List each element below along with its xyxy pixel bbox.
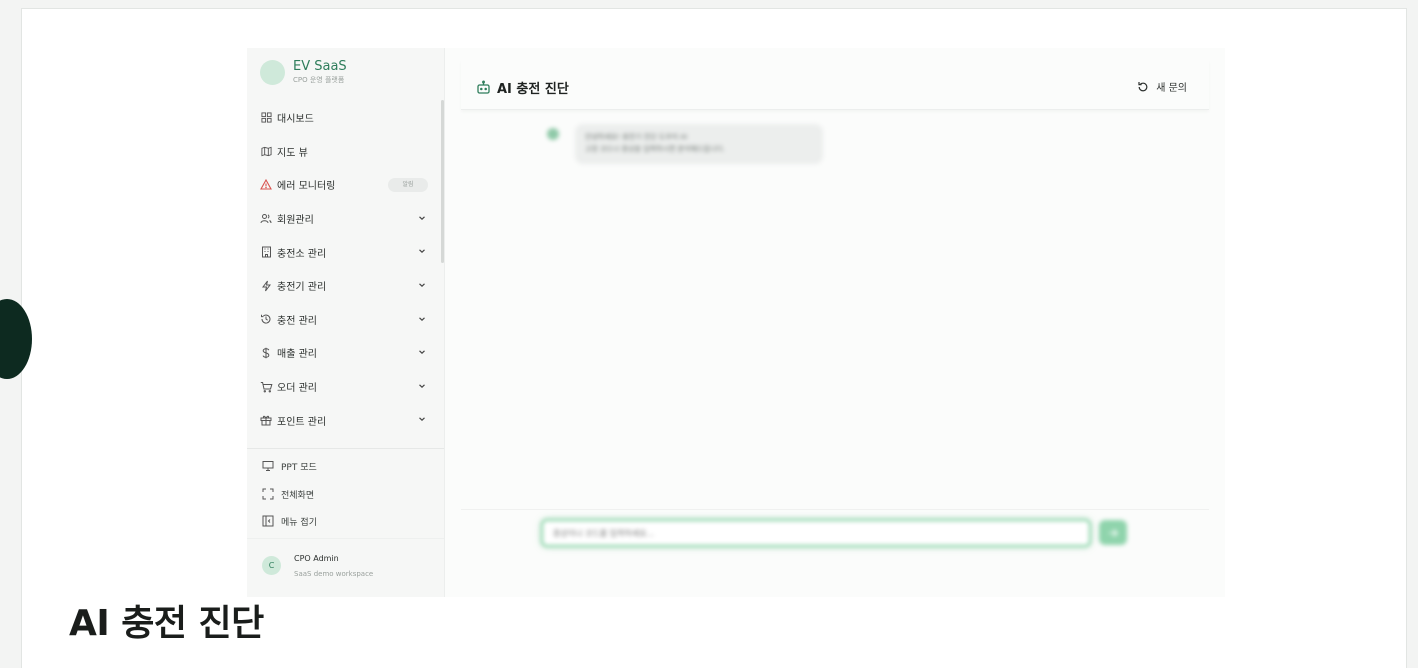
chevron-down-icon	[419, 350, 425, 355]
chat-header: AI 충전 진단 새 문의	[461, 60, 1209, 110]
fullscreen-button[interactable]: 전체화면	[261, 487, 314, 501]
alarm-badge: 알림	[388, 178, 428, 193]
assistant-avatar	[547, 128, 559, 140]
sidebar-item-orders[interactable]: 오더 관리	[247, 370, 445, 404]
building-icon	[259, 245, 273, 259]
sidebar-item-error-monitoring[interactable]: 에러 모니터링 알림	[247, 168, 445, 202]
sidebar-collapse-icon	[261, 514, 275, 528]
chat-panel: AI 충전 진단 새 문의 안녕하세요! 충전기 진단 도우미 AI 고장 코드…	[461, 60, 1209, 597]
avatar: C	[262, 556, 281, 575]
new-question-label: 새 문의	[1156, 83, 1187, 94]
tool-label: 메뉴 접기	[281, 517, 317, 528]
chevron-down-icon	[419, 384, 425, 388]
user-divider	[247, 538, 444, 539]
sidebar-scrollbar[interactable]	[441, 100, 444, 263]
sidebar-item-label: 포인트 관리	[277, 416, 327, 428]
map-icon	[259, 144, 273, 158]
gift-icon	[259, 413, 273, 427]
cart-icon	[259, 380, 273, 394]
sidebar-item-map[interactable]: 지도 뷰	[247, 135, 445, 169]
ppt-mode-button[interactable]: PPT 모드	[261, 459, 317, 473]
floating-dark-button[interactable]	[0, 299, 32, 379]
refresh-icon	[1137, 81, 1149, 93]
chat-input[interactable]	[543, 521, 1089, 546]
send-button[interactable]	[1099, 520, 1127, 545]
send-icon	[1109, 528, 1118, 537]
collapse-menu-button[interactable]: 메뉴 접기	[261, 514, 317, 528]
sidebar-item-label: 충전소 관리	[277, 248, 327, 260]
sidebar-item-label: 지도 뷰	[277, 147, 308, 159]
brand-logo	[260, 60, 285, 85]
brand-subtitle: CPO 운영 플랫폼	[293, 76, 345, 84]
sidebar-item-label: 충전 관리	[277, 315, 317, 327]
user-workspace: SaaS demo workspace	[294, 570, 374, 578]
warning-icon	[259, 178, 273, 192]
sidebar-item-chargers[interactable]: 충전기 관리	[247, 269, 445, 303]
sidebar-item-label: 오더 관리	[277, 383, 317, 395]
bolt-icon	[259, 279, 273, 293]
user-name: CPO Admin	[294, 554, 339, 563]
chevron-down-icon	[419, 417, 425, 422]
message-line: 고장 코드나 증상을 입력하시면 분석해드립니다.	[585, 145, 725, 153]
tool-label: PPT 모드	[281, 462, 317, 473]
sidebar: EV SaaS CPO 운영 플랫폼 대시보드 지도 뷰 에러 모니터링 알림 …	[247, 48, 445, 597]
sidebar-item-label: 회원관리	[277, 215, 314, 227]
page-title: AI 충전 진단	[69, 603, 264, 644]
chat-title: AI 충전 진단	[476, 78, 569, 97]
app-window: EV SaaS CPO 운영 플랫폼 대시보드 지도 뷰 에러 모니터링 알림 …	[247, 48, 1225, 597]
page-frame: EV SaaS CPO 운영 플랫폼 대시보드 지도 뷰 에러 모니터링 알림 …	[0, 8, 1407, 668]
sidebar-divider	[247, 448, 444, 449]
assistant-message: 안녕하세요! 충전기 진단 도우미 AI 고장 코드나 증상을 입력하시면 분석…	[547, 124, 823, 164]
chevron-down-icon	[419, 249, 425, 254]
brand[interactable]: EV SaaS CPO 운영 플랫폼	[260, 60, 347, 85]
sidebar-item-dashboard[interactable]: 대시보드	[247, 101, 445, 135]
sidebar-item-charging[interactable]: 충전 관리	[247, 303, 445, 337]
sidebar-item-sales[interactable]: 매출 관리	[247, 336, 445, 370]
sidebar-item-label: 매출 관리	[277, 349, 317, 361]
history-icon	[259, 312, 273, 326]
composer-divider	[461, 509, 1209, 510]
user-profile[interactable]: C CPO Admin SaaS demo workspace	[262, 553, 373, 580]
message-line: 안녕하세요! 충전기 진단 도우미 AI	[585, 133, 688, 141]
users-icon	[259, 212, 273, 226]
new-question-button[interactable]: 새 문의	[1137, 79, 1187, 94]
presentation-icon	[261, 459, 275, 473]
chevron-down-icon	[419, 316, 425, 321]
robot-icon	[476, 80, 492, 96]
chevron-down-icon	[419, 283, 425, 288]
sidebar-nav: 대시보드 지도 뷰 에러 모니터링 알림 회원관리 충전소 관리 충전기 관리 …	[247, 101, 445, 437]
brand-title: EV SaaS	[293, 59, 347, 74]
chat-input-wrapper	[541, 519, 1091, 547]
chevron-down-icon	[419, 216, 425, 220]
dollar-icon	[259, 346, 273, 360]
sidebar-item-stations[interactable]: 충전소 관리	[247, 235, 445, 269]
sidebar-item-members[interactable]: 회원관리	[247, 202, 445, 236]
chat-title-text: AI 충전 진단	[497, 82, 569, 97]
sidebar-item-label: 충전기 관리	[277, 282, 327, 294]
sidebar-item-label: 대시보드	[277, 114, 314, 126]
message-bubble: 안녕하세요! 충전기 진단 도우미 AI 고장 코드나 증상을 입력하시면 분석…	[575, 124, 823, 164]
dashboard-icon	[259, 111, 273, 125]
sidebar-item-points[interactable]: 포인트 관리	[247, 403, 445, 437]
fullscreen-icon	[261, 487, 275, 501]
sidebar-item-label: 에러 모니터링	[277, 181, 336, 193]
tool-label: 전체화면	[281, 490, 315, 501]
